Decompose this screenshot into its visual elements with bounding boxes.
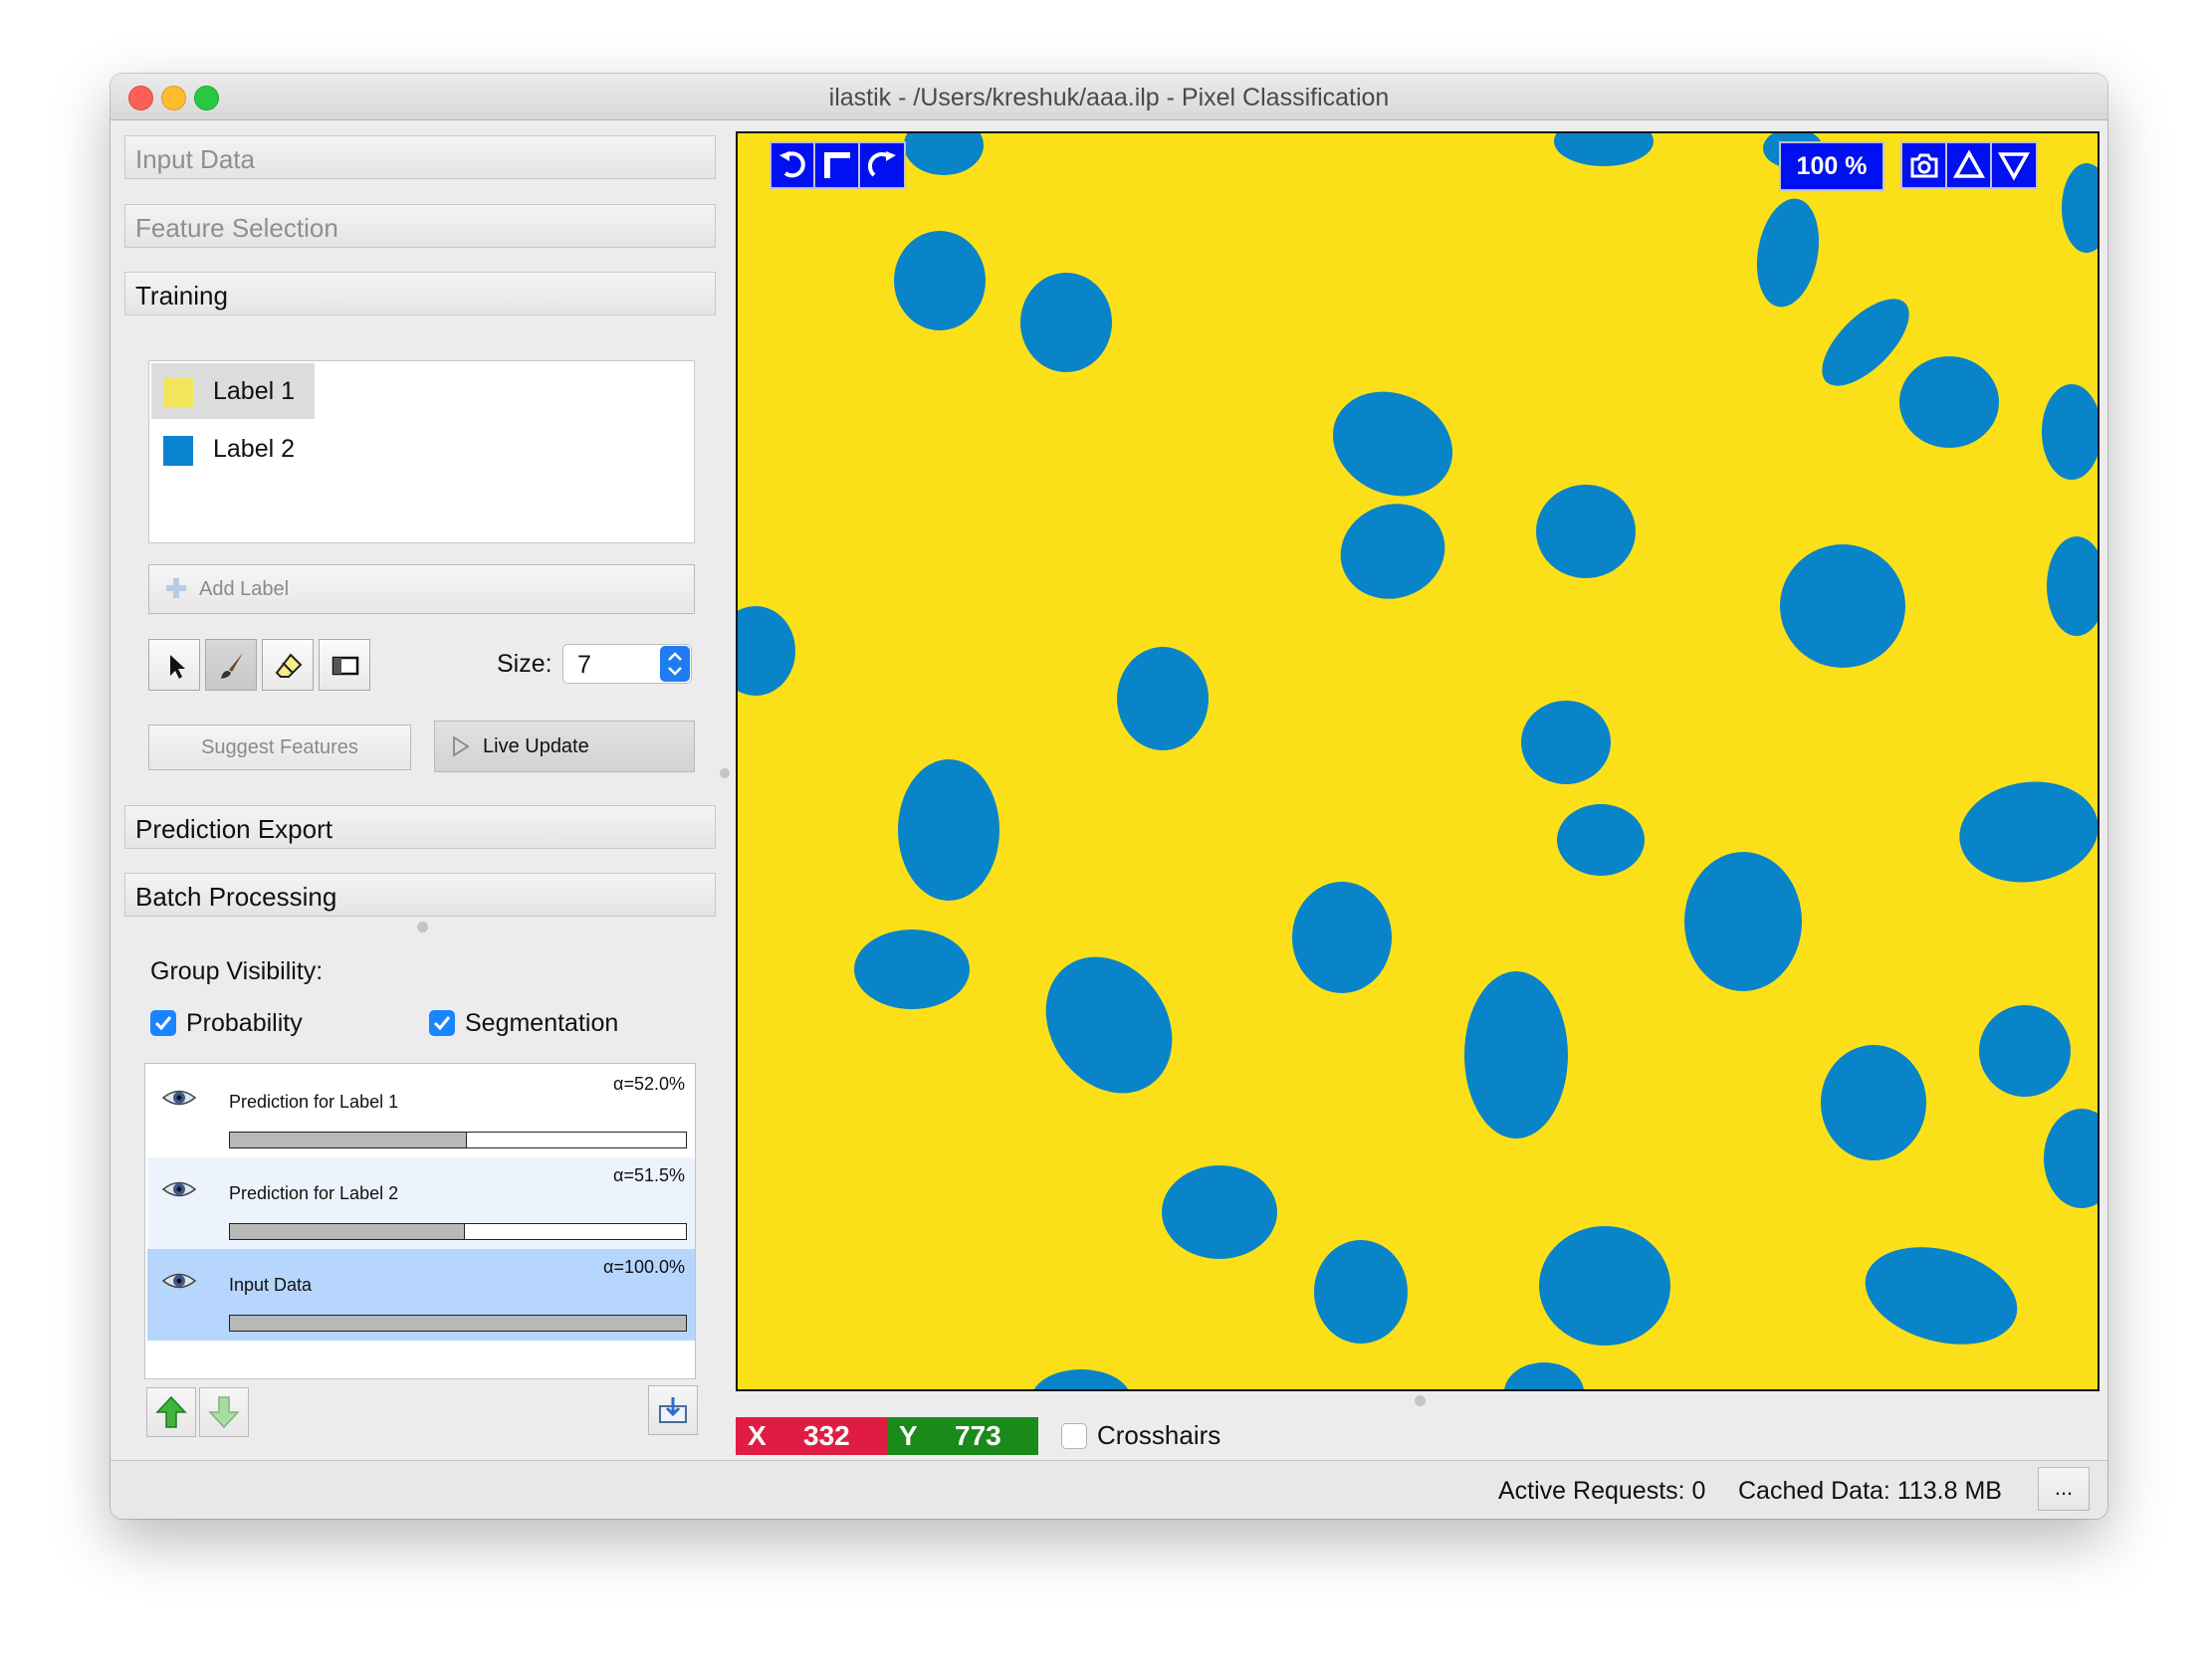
layer-name: Prediction for Label 1 [229,1092,399,1112]
eraser-icon [275,653,303,678]
rectangle-select-icon [332,656,359,676]
triangle-down-icon [1998,152,2030,181]
active-requests: Active Requests: 0 [1498,1477,1706,1505]
layer-name: Prediction for Label 2 [229,1183,399,1203]
redo-icon [867,151,896,177]
segmentation-image [738,133,2098,1389]
brush-size-value: 7 [577,651,591,679]
y-coordinate-value: 773 [955,1420,1001,1451]
stepper-arrows-icon[interactable] [660,646,690,682]
more-options-button[interactable]: ... [2038,1467,2090,1511]
opacity-slider-fill [230,1224,465,1239]
brush-tool-button[interactable] [205,639,257,691]
segmentation-checkbox[interactable] [429,1010,455,1036]
arrow-up-icon [155,1395,187,1428]
arrow-down-icon [208,1396,240,1429]
snapshot-button[interactable] [1900,141,1948,189]
live-update-label: Live Update [483,735,589,757]
x-coordinate-value: 332 [803,1420,850,1451]
redo-button[interactable] [858,141,906,189]
y-coordinate-label: Y [899,1420,918,1451]
camera-icon [1910,153,1938,178]
opacity-slider-fill [230,1133,468,1147]
layer-row-prediction-label-2[interactable]: Prediction for Label 2 α=51.5% [147,1157,695,1249]
opacity-slider[interactable] [229,1132,687,1148]
layer-name: Input Data [229,1275,313,1295]
cached-data: Cached Data: 113.8 MB [1738,1477,2002,1505]
label-2-name: Label 2 [213,435,296,463]
select-tool-button[interactable] [319,639,370,691]
splitter-handle[interactable] [417,922,428,933]
main-window: ilastik - /Users/kreshuk/aaa.ilp - Pixel… [111,74,2107,1519]
layer-row-input-data[interactable]: Input Data α=100.0% [147,1249,695,1341]
play-icon [453,735,470,757]
applet-batch-processing[interactable]: Batch Processing [124,873,716,917]
move-layer-down-button[interactable] [199,1387,249,1437]
plus-icon [165,577,187,599]
viewer-splitter-handle[interactable] [1415,1395,1426,1406]
export-icon [659,1397,687,1423]
triangle-up-icon [1953,149,1985,178]
crosshairs-checkbox[interactable] [1061,1423,1087,1449]
x-coordinate-label: X [748,1420,767,1451]
group-visibility-title: Group Visibility: [150,957,324,985]
live-update-button[interactable]: Live Update [434,721,695,772]
label-list: Label 1 Label 2 [148,360,695,543]
opacity-slider-fill [230,1316,686,1331]
layer-opacity: α=52.0% [613,1074,685,1094]
fit-view-button[interactable] [813,141,861,189]
zoom-level[interactable]: 100 % [1779,141,1884,191]
checkmark-icon [154,1016,172,1031]
slice-down-button[interactable] [1990,141,2038,189]
y-coordinate-box[interactable]: Y 773 [887,1417,1038,1455]
image-viewer[interactable]: 100 % [736,131,2100,1391]
suggest-features-button[interactable]: Suggest Features [148,725,411,770]
label-1-color-swatch[interactable] [163,378,193,408]
applet-prediction-export[interactable]: Prediction Export [124,805,716,849]
crosshairs-label: Crosshairs [1097,1420,1221,1450]
applet-input-data[interactable]: Input Data [124,135,716,179]
label-row-2[interactable]: Label 2 [151,421,450,477]
applet-training[interactable]: Training [124,272,716,315]
layer-opacity: α=51.5% [613,1165,685,1185]
brush-size-label: Size: [497,650,553,678]
applet-feature-selection[interactable]: Feature Selection [124,204,716,248]
probability-checkbox[interactable] [150,1010,176,1036]
move-layer-up-button[interactable] [146,1387,196,1437]
maximize-icon [824,152,850,178]
label-2-color-swatch[interactable] [163,436,193,466]
add-label-text: Add Label [199,578,290,600]
eye-icon[interactable] [161,1179,197,1199]
x-coordinate-box[interactable]: X 332 [736,1417,887,1455]
title-bar: ilastik - /Users/kreshuk/aaa.ilp - Pixel… [111,74,2107,120]
window-title: ilastik - /Users/kreshuk/aaa.ilp - Pixel… [828,84,1390,111]
layer-row-prediction-label-1[interactable]: Prediction for Label 1 α=52.0% [147,1066,695,1157]
pointer-icon [170,655,185,679]
opacity-slider[interactable] [229,1223,687,1240]
navigation-tool-button[interactable] [148,639,200,691]
layer-list: Prediction for Label 1 α=52.0% Predictio… [144,1063,696,1379]
label-1-name: Label 1 [213,377,296,405]
eye-icon[interactable] [161,1088,197,1108]
slice-up-button[interactable] [1945,141,1993,189]
segmentation-label: Segmentation [465,1009,619,1037]
left-splitter-handle[interactable] [720,768,730,778]
opacity-slider[interactable] [229,1315,687,1332]
undo-icon [779,151,805,178]
undo-button[interactable] [770,141,817,189]
eraser-tool-button[interactable] [262,639,314,691]
brush-size-spinbox[interactable]: 7 [562,644,692,684]
export-layer-button[interactable] [648,1385,698,1435]
checkmark-icon [433,1016,451,1031]
eye-icon[interactable] [161,1271,197,1291]
label-row-1[interactable]: Label 1 [151,363,315,419]
layer-opacity: α=100.0% [603,1257,685,1277]
add-label-button[interactable]: Add Label [148,564,695,614]
probability-label: Probability [186,1009,303,1037]
status-bar: Active Requests: 0 Cached Data: 113.8 MB… [111,1460,2107,1519]
brush-icon [221,653,243,679]
